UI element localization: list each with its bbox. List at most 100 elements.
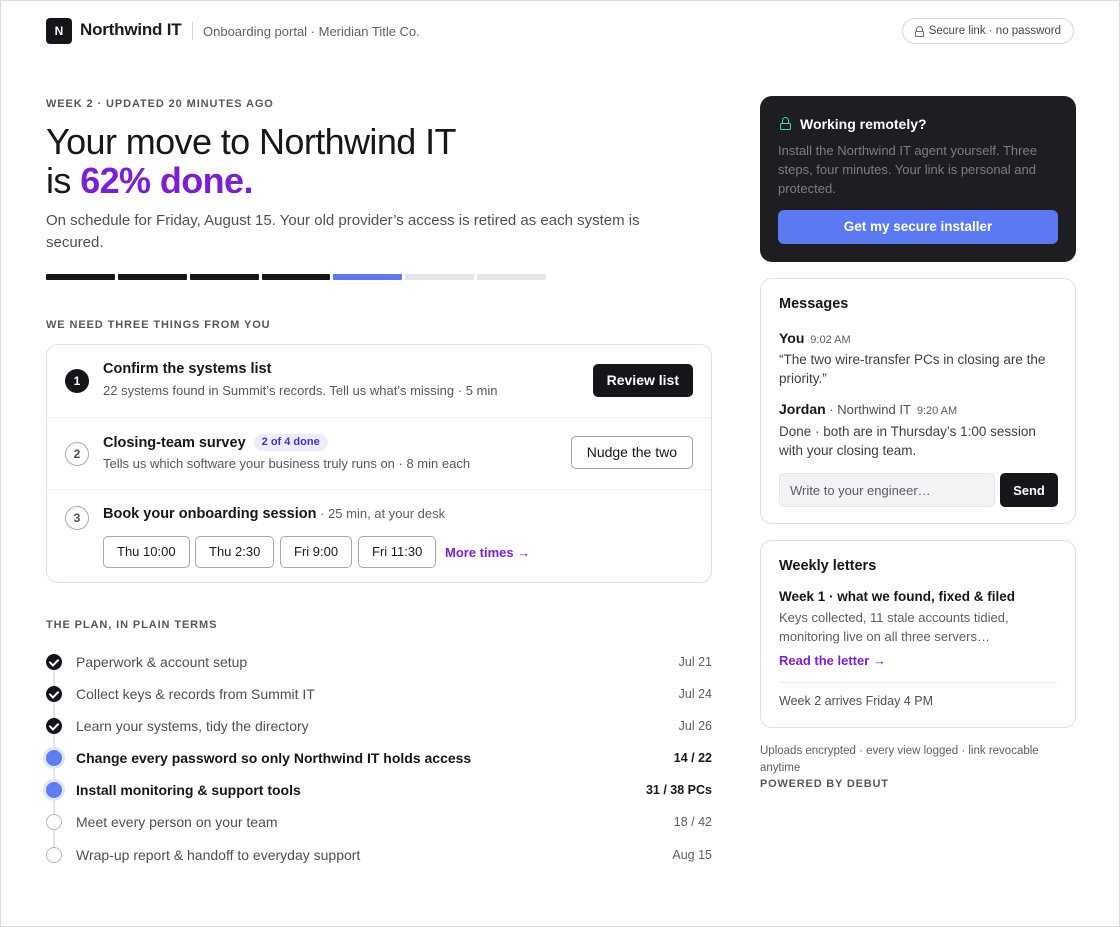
plan-step-value: Jul 21 — [678, 655, 712, 669]
task-closing-survey: 2 Closing-team survey 2 of 4 done Tells u… — [47, 417, 711, 489]
task-title: Book your onboarding session · 25 min, a… — [103, 506, 445, 522]
progress-segment — [405, 274, 474, 280]
send-button[interactable]: Send — [1000, 473, 1058, 507]
plan-step: Collect keys & records from Summit IT Ju… — [46, 685, 712, 703]
progress-segment — [118, 274, 187, 280]
security-fineprint: Uploads encrypted · every view logged · … — [760, 745, 1039, 774]
letter-title: Week 1 · what we found, fixed & filed — [779, 589, 1016, 604]
title-line-1: Your move to Northwind IT — [46, 121, 456, 162]
messages-card: Messages You 9:02 AM “The two wire-trans… — [760, 278, 1076, 524]
remote-title: Working remotely? — [800, 116, 927, 132]
plan-step-label: Learn your systems, tidy the directory — [76, 718, 309, 734]
plan-step-value: 18 / 42 — [673, 815, 712, 829]
message-text: “The two wire-transfer PCs in closing ar… — [779, 352, 1046, 386]
get-installer-button[interactable]: Get my secure installer — [778, 210, 1058, 244]
progress-segment — [477, 274, 546, 280]
next-letter-note: Week 2 arrives Friday 4 PM — [779, 694, 933, 708]
plan-step-label: Install monitoring & support tools — [76, 782, 301, 798]
progress-segment — [333, 274, 402, 280]
top-header: N Northwind IT Onboarding portal · Merid… — [46, 18, 1074, 44]
page-title: Your move to Northwind IT is 62% done. — [46, 122, 456, 200]
message-author: You — [779, 330, 805, 346]
plan-step: Wrap-up report & handoff to everyday sup… — [46, 846, 712, 864]
time-slot[interactable]: Fri 11:30 — [358, 536, 437, 568]
pending-circle-icon — [46, 847, 62, 863]
progress-percent: 62% done. — [80, 160, 253, 201]
plan-step-label: Collect keys & records from Summit IT — [76, 686, 315, 702]
secure-link-pill: Secure link · no password — [901, 18, 1074, 44]
title-prefix: is — [46, 160, 81, 201]
message-org: · Northwind IT — [825, 402, 911, 417]
message-time: 9:02 AM — [810, 334, 851, 346]
message-author: Jordan — [779, 401, 826, 417]
card-divider — [779, 682, 1057, 683]
task-title-text: Book your onboarding session — [103, 506, 317, 522]
plan-step-label: Change every password so only Northwind … — [76, 750, 472, 766]
plan-heading: THE PLAN, IN PLAIN TERMS — [46, 619, 218, 631]
plan-step: Paperwork & account setup Jul 21 — [46, 653, 712, 671]
task-meta: · 25 min, at your desk — [316, 506, 446, 521]
lock-icon — [914, 25, 924, 37]
remote-body: Install the Northwind IT agent yourself.… — [778, 143, 1037, 196]
messages-title: Messages — [779, 296, 849, 312]
check-icon — [46, 718, 62, 734]
message-header: You 9:02 AM — [779, 330, 851, 346]
plan-step-value: 31 / 38 PCs — [645, 783, 712, 797]
task-subtitle: 22 systems found in Summit’s records. Te… — [103, 383, 498, 398]
powered-by: POWERED BY DEBUT — [760, 778, 889, 790]
secure-link-label: Secure link · no password — [928, 25, 1061, 37]
message-input[interactable] — [779, 473, 995, 507]
plan-step-value: 14 / 22 — [673, 751, 712, 765]
working-remotely-card: Working remotely? Install the Northwind … — [760, 96, 1076, 262]
letters-title: Weekly letters — [779, 558, 877, 574]
progress-bar — [46, 274, 546, 281]
plan-step-value: Jul 26 — [678, 719, 712, 733]
lock-icon — [780, 117, 791, 130]
task-confirm-systems: 1 Confirm the systems list 22 systems fo… — [47, 345, 711, 417]
week-status-eyebrow: WEEK 2 · UPDATED 20 MINUTES AGO — [46, 98, 274, 110]
check-icon — [46, 686, 62, 702]
task-title-text: Closing-team survey — [103, 435, 246, 451]
message-time: 9:20 AM — [916, 405, 958, 417]
task-title: Closing-team survey 2 of 4 done — [103, 434, 328, 451]
in-progress-dot-icon — [46, 750, 62, 766]
task-book-session: 3 Book your onboarding session · 25 min,… — [47, 489, 711, 582]
nudge-button[interactable]: Nudge the two — [570, 436, 693, 469]
tasks-card: 1 Confirm the systems list 22 systems fo… — [46, 344, 712, 583]
time-slot[interactable]: Fri 9:00 — [280, 536, 353, 568]
plan-step: Learn your systems, tidy the directory J… — [46, 717, 712, 735]
message-text: Done · both are in Thursday’s 1:00 sessi… — [779, 424, 1036, 458]
task-title: Confirm the systems list — [103, 361, 272, 377]
plan-step: Meet every person on your team 18 / 42 — [46, 813, 712, 831]
plan-step-label: Paperwork & account setup — [76, 654, 248, 670]
message-header: Jordan · Northwind IT 9:20 AM — [779, 401, 957, 417]
task-number: 1 — [65, 369, 89, 393]
read-letter-link[interactable]: Read the letter → — [779, 653, 886, 668]
plan-step-label: Wrap-up report & handoff to everyday sup… — [76, 847, 361, 863]
task-number: 3 — [65, 506, 89, 530]
plan-step: Change every password so only Northwind … — [46, 749, 712, 767]
task-number: 2 — [65, 442, 89, 466]
plan-step: Install monitoring & support tools 31 / … — [46, 781, 712, 799]
task-subtitle: Tells us which software your business tr… — [103, 456, 471, 471]
review-list-button[interactable]: Review list — [592, 364, 693, 397]
tasks-heading: WE NEED THREE THINGS FROM YOU — [46, 319, 271, 331]
schedule-lead: On schedule for Friday, August 15. Your … — [46, 212, 640, 251]
portal-subtitle: Onboarding portal · Meridian Title Co. — [203, 24, 420, 39]
letter-excerpt: Keys collected, 11 stale accounts tidied… — [779, 610, 1009, 644]
page-frame: N Northwind IT Onboarding portal · Merid… — [0, 0, 1120, 927]
time-slot[interactable]: Thu 10:00 — [103, 536, 190, 568]
plan-step-value: Jul 24 — [678, 687, 712, 701]
progress-segment — [262, 274, 330, 280]
plan-step-value: Aug 15 — [672, 848, 712, 862]
pending-circle-icon — [46, 814, 62, 830]
title-line-2: is 62% done. — [46, 161, 456, 200]
header-divider — [192, 22, 193, 40]
progress-segment — [46, 274, 115, 280]
survey-progress-badge: 2 of 4 done — [253, 434, 328, 451]
in-progress-dot-icon — [46, 782, 62, 798]
more-times-link[interactable]: More times → — [445, 545, 530, 560]
brand-name: Northwind IT — [80, 20, 182, 39]
time-slot[interactable]: Thu 2:30 — [195, 536, 275, 568]
weekly-letters-card: Weekly letters Week 1 · what we found, f… — [760, 540, 1076, 728]
